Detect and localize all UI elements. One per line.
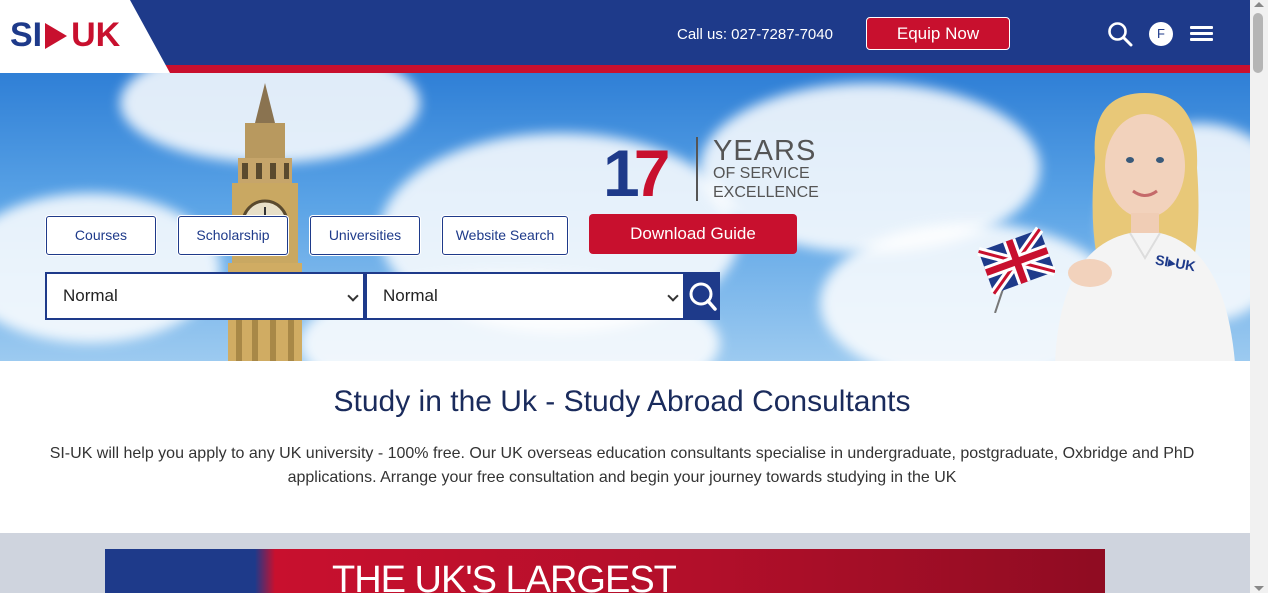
years-divider — [696, 137, 698, 201]
scroll-up-arrow-icon[interactable] — [1254, 2, 1264, 7]
call-us-link[interactable]: Call us: 027-7287-7040 — [677, 26, 833, 43]
study-level-select[interactable]: Normal — [45, 272, 365, 320]
years-label: YEARS — [713, 135, 817, 167]
user-avatar[interactable]: F — [1149, 22, 1173, 46]
search-icon[interactable] — [1107, 21, 1133, 47]
universities-button[interactable]: Universities — [310, 216, 420, 255]
subject-select-value: Normal — [383, 286, 438, 305]
service-label: OF SERVICE — [713, 165, 810, 182]
scroll-down-arrow-icon[interactable] — [1254, 586, 1264, 591]
header-red-stripe — [0, 65, 1250, 73]
page-title: Study in the Uk - Study Abroad Consultan… — [333, 385, 911, 418]
download-guide-button[interactable]: Download Guide — [589, 214, 797, 254]
menu-icon[interactable] — [1190, 26, 1213, 42]
hero-search-button[interactable] — [684, 272, 720, 320]
promo-banner-text: THE UK'S LARGEST — [332, 559, 677, 593]
search-icon — [689, 282, 717, 311]
hero-banner: SI▸UK 17 YEARS OF SERVICE EXCELLENCE Cou… — [0, 73, 1250, 361]
years-number-7: 7 — [633, 136, 671, 210]
site-logo[interactable]: SI UK — [10, 16, 120, 55]
logo-container[interactable]: SI UK — [0, 0, 170, 73]
years-number-1: 1 — [603, 136, 640, 210]
website-search-button[interactable]: Website Search — [442, 216, 568, 255]
site-header: SI UK Call us: 027-7287-7040 Equip Now F — [0, 0, 1250, 73]
scrollbar-thumb[interactable] — [1253, 13, 1263, 73]
courses-button[interactable]: Courses — [46, 216, 156, 255]
logo-si-text: SI — [10, 16, 43, 54]
page-scrollbar[interactable] — [1250, 0, 1268, 593]
promo-banner[interactable]: THE UK'S LARGEST — [105, 549, 1105, 593]
subject-select[interactable]: Normal — [365, 272, 685, 320]
page-description: SI-UK will help you apply to any UK univ… — [49, 445, 1195, 486]
chevron-down-icon — [667, 290, 679, 302]
excellence-label: EXCELLENCE — [713, 184, 819, 201]
study-level-select-value: Normal — [63, 286, 118, 305]
scholarship-button[interactable]: Scholarship — [178, 216, 288, 255]
equip-now-button[interactable]: Equip Now — [866, 17, 1010, 50]
chevron-down-icon — [347, 290, 359, 302]
logo-uk-text: UK — [71, 16, 121, 54]
years-badge: 17 YEARS OF SERVICE EXCELLENCE — [603, 135, 819, 211]
logo-play-icon — [45, 22, 68, 49]
student-model-image: SI▸UK — [1055, 93, 1235, 361]
